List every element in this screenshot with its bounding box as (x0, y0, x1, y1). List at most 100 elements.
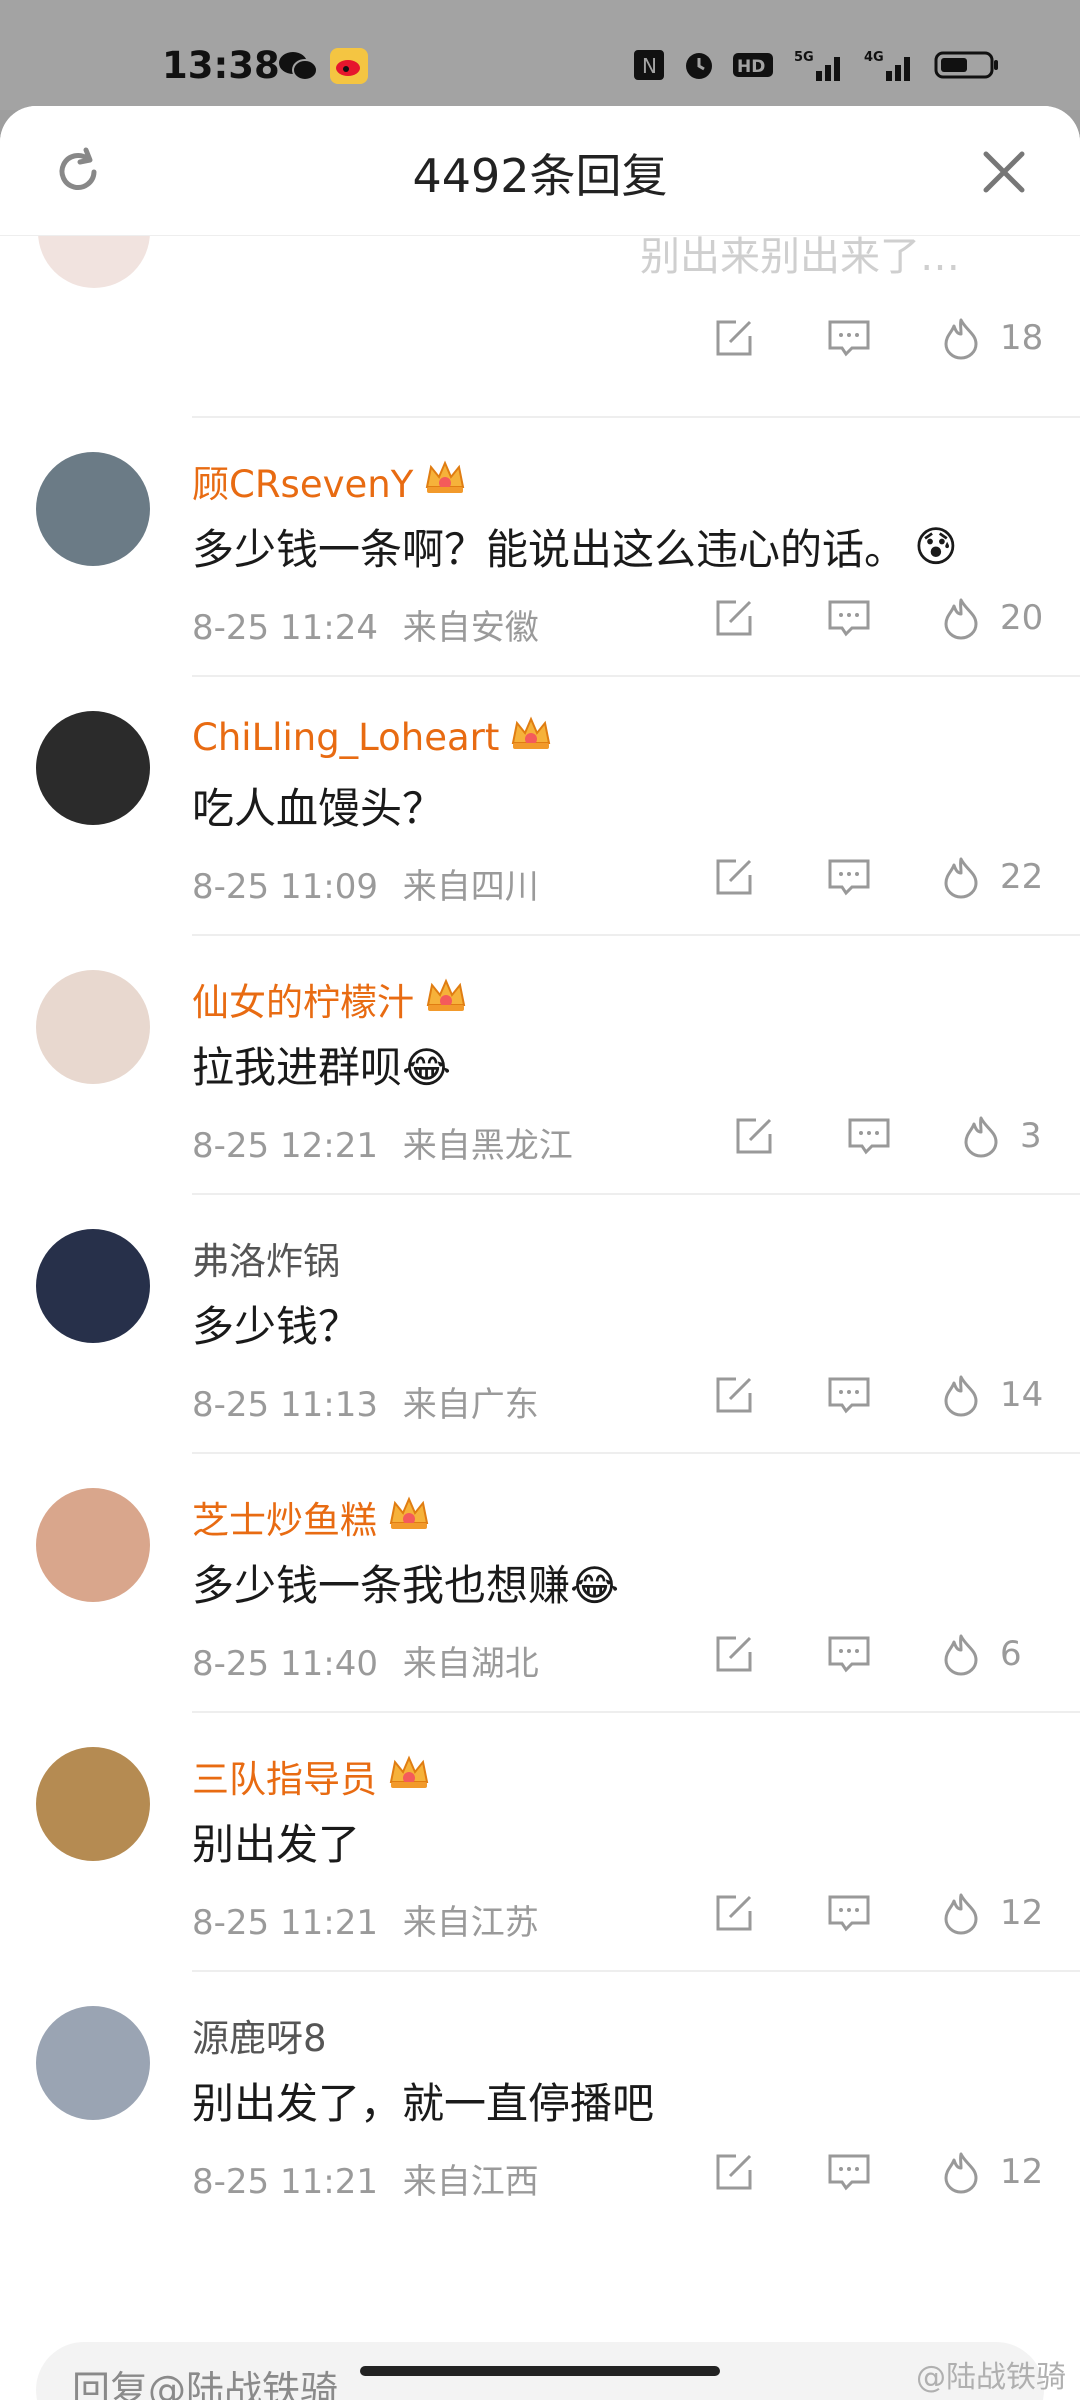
comment-button[interactable] (826, 1632, 872, 1676)
status-time: 13:38 (162, 44, 280, 87)
comment-button[interactable] (826, 596, 872, 640)
list-item[interactable]: 弗洛炸锅 多少钱？ 8-25 11:13 来自广东 14 (0, 1193, 1080, 1452)
flame-icon (964, 1116, 998, 1158)
like-button[interactable]: 12 (940, 2150, 1043, 2194)
like-button[interactable]: 20 (940, 596, 1043, 640)
list-item[interactable]: 三队指导员 别出发了 8-25 11:21 来自江苏 12 (0, 1711, 1080, 1970)
comment-button[interactable] (826, 1373, 872, 1417)
username[interactable]: ChiLling_Loheart (192, 713, 553, 762)
comment-text: 拉我进群呗😂 (192, 1034, 451, 1095)
list-item[interactable]: ChiLling_Loheart 吃人血馒头？ 8-25 11:09 来自四川 … (0, 675, 1080, 934)
share-button[interactable] (712, 596, 756, 640)
share-button[interactable] (712, 1891, 756, 1935)
comment-icon (828, 2154, 870, 2191)
like-button[interactable]: 12 (940, 1891, 1043, 1935)
username-text: 芝士炒鱼糕 (192, 1499, 377, 1542)
weibo-icon (330, 48, 368, 84)
alarm-icon (682, 46, 716, 84)
list-item[interactable]: 顾CRsevenY 多少钱一条啊？能说出这么违心的话。 😰 8-25 11:24… (0, 416, 1080, 675)
comments-container: 顾CRsevenY 多少钱一条啊？能说出这么违心的话。 😰 8-25 11:24… (0, 416, 1080, 2229)
avatar[interactable] (36, 1747, 150, 1861)
comment-body: 拉我进群呗😂 (192, 1043, 452, 1092)
username[interactable]: 顾CRsevenY (192, 454, 467, 508)
share-icon (716, 600, 752, 636)
avatar[interactable] (36, 711, 150, 825)
username-text: 顾CRsevenY (192, 463, 414, 506)
username-text: 仙女的柠檬汁 (192, 981, 414, 1024)
avatar[interactable] (36, 1488, 150, 1602)
vip-badge (387, 1752, 431, 1801)
avatar[interactable] (36, 452, 150, 566)
avatar[interactable] (36, 2006, 150, 2120)
watermark: @陆战铁骑 (916, 2360, 1066, 2395)
flame-icon (944, 1375, 978, 1417)
comment-text: 多少钱？ (192, 1293, 360, 1354)
comment-actions: 14 (0, 1373, 1080, 1423)
list-item[interactable]: 源鹿呀8 别出发了，就一直停播吧 8-25 11:21 来自江西 12 (0, 1970, 1080, 2229)
like-button[interactable]: 6 (940, 1632, 1022, 1676)
like-button[interactable]: 3 (960, 1114, 1042, 1158)
comment-actions: 22 (0, 855, 1080, 905)
close-icon[interactable] (978, 146, 1030, 198)
share-icon (716, 1636, 752, 1672)
comment-body: 多少钱？ (192, 1302, 361, 1351)
share-icon (716, 2154, 752, 2190)
emoji: 😰 (914, 522, 958, 571)
like-button[interactable]: 18 (940, 316, 1043, 360)
like-count: 14 (1000, 1375, 1044, 1415)
comment-actions: 12 (0, 1891, 1080, 1941)
divider (192, 934, 1080, 936)
divider (192, 416, 1080, 418)
comment-button[interactable] (826, 316, 872, 360)
share-icon (716, 1377, 752, 1413)
battery-icon (934, 46, 1000, 84)
username-text: 源鹿呀8 (192, 2017, 327, 2060)
flame-icon (944, 598, 978, 640)
signal-5g-icon: 5G (794, 46, 848, 84)
replies-sheet: 4492条回复 别出来别出来了… 18 顾CRsevenY 多少钱一条啊？能说出… (0, 106, 1080, 2400)
username[interactable]: 源鹿呀8 (192, 2008, 327, 2062)
vip-badge (423, 457, 467, 506)
share-button[interactable] (732, 1114, 776, 1158)
comment-icon (828, 1895, 870, 1932)
comment-button[interactable] (826, 1891, 872, 1935)
like-button[interactable]: 22 (940, 855, 1043, 899)
share-button[interactable] (712, 855, 756, 899)
share-button[interactable] (712, 2150, 756, 2194)
flame-icon (944, 857, 978, 899)
like-count: 18 (1000, 318, 1044, 358)
share-button[interactable] (712, 1632, 756, 1676)
flame-icon (944, 1634, 978, 1676)
avatar[interactable] (36, 1229, 150, 1343)
share-icon (716, 859, 752, 895)
hd-icon: HD (732, 46, 778, 84)
username[interactable]: 仙女的柠檬汁 (192, 972, 468, 1026)
share-button[interactable] (712, 1373, 756, 1417)
vip-crown-icon (389, 1495, 429, 1529)
like-count: 12 (1000, 1893, 1044, 1933)
divider (192, 1193, 1080, 1195)
comment-button[interactable] (846, 1114, 892, 1158)
username-text: 弗洛炸锅 (192, 1240, 340, 1283)
username[interactable]: 弗洛炸锅 (192, 1231, 340, 1285)
avatar[interactable] (36, 970, 150, 1084)
status-bar: 13:38 N HD 5G 4G (0, 0, 1080, 110)
comment-text: 多少钱一条啊？能说出这么违心的话。 😰 (192, 516, 958, 577)
comment-actions: 6 (0, 1632, 1080, 1682)
username[interactable]: 三队指导员 (192, 1749, 431, 1803)
home-indicator (360, 2366, 720, 2376)
username[interactable]: 芝士炒鱼糕 (192, 1490, 431, 1544)
share-button[interactable] (712, 316, 756, 360)
like-count: 6 (1000, 1634, 1022, 1674)
like-count: 22 (1000, 857, 1044, 897)
list-item[interactable]: 仙女的柠檬汁 拉我进群呗😂 8-25 12:21 来自黑龙江 3 (0, 934, 1080, 1193)
comment-button[interactable] (826, 2150, 872, 2194)
comment-actions: 18 (0, 316, 1080, 366)
divider (192, 1452, 1080, 1454)
comment-icon (828, 1636, 870, 1673)
like-button[interactable]: 14 (940, 1373, 1043, 1417)
list-item[interactable]: 芝士炒鱼糕 多少钱一条我也想赚😂 8-25 11:40 来自湖北 6 (0, 1452, 1080, 1711)
like-count: 3 (1020, 1116, 1042, 1156)
comment-button[interactable] (826, 855, 872, 899)
comment-text: 多少钱一条我也想赚😂 (192, 1552, 619, 1613)
